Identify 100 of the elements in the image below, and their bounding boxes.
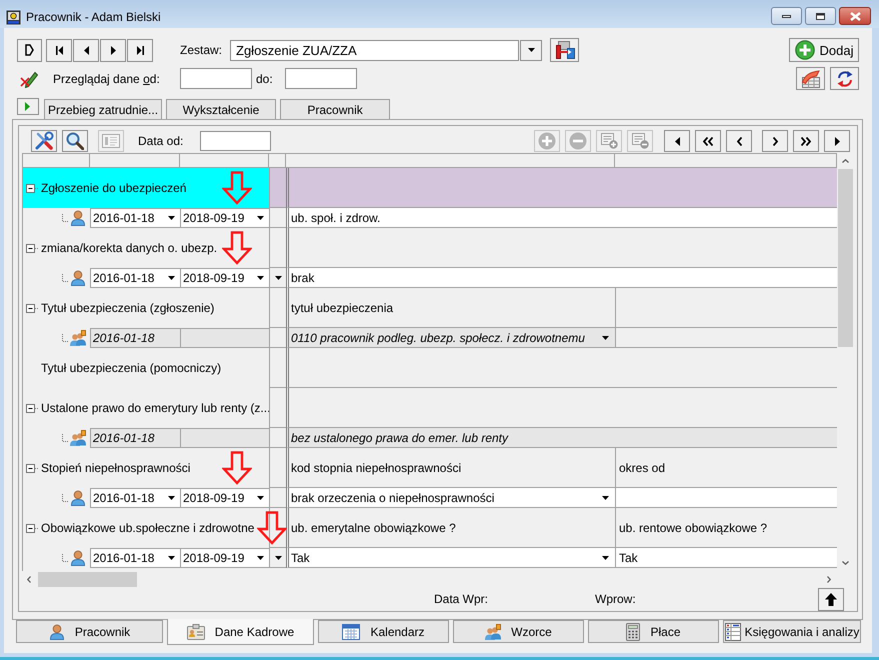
entry-row[interactable]: 2016-01-18 2018-09-19 ub. społ. i zdrow. <box>23 208 837 228</box>
first-button[interactable] <box>664 130 690 152</box>
tools-icon <box>34 131 54 151</box>
tab[interactable]: Wzorce <box>453 620 584 643</box>
caret-icon <box>528 48 535 52</box>
up-arrow-icon <box>825 592 837 606</box>
date-from-label: Data od: <box>138 134 184 148</box>
field-heading: okres od <box>619 460 666 474</box>
value-field[interactable]: Tak <box>615 548 837 568</box>
scroll-left-icon[interactable] <box>27 576 31 582</box>
tab[interactable]: Pracownik <box>280 99 390 119</box>
collapse-icon[interactable] <box>26 524 39 532</box>
caret-icon <box>257 496 264 500</box>
double-chevron-left-icon <box>703 136 713 146</box>
dropdown-button[interactable] <box>520 40 542 60</box>
close-button[interactable] <box>839 7 871 25</box>
date-from-field[interactable] <box>180 68 252 89</box>
scrollbar-thumb[interactable] <box>838 169 852 347</box>
tab[interactable]: Księgowania i analizy <box>723 620 861 643</box>
entry-row[interactable]: 2016-01-18 0110 pracownik podleg. ubezp. społecz. i zdrowotnemu <box>23 328 837 348</box>
value-dropdown[interactable]: brak orzeczenia o niepełnosprawności <box>286 488 615 508</box>
date-dropdown[interactable]: 2016-01-18 <box>90 548 180 568</box>
people-icon <box>485 624 502 640</box>
tab[interactable]: Dane Kadrowe <box>167 619 314 645</box>
entry-row[interactable]: 2016-01-18 2018-09-19 brak orzeczenia o niepełnosprawności <box>23 488 837 508</box>
date-dropdown[interactable]: 2018-09-19 <box>180 488 269 508</box>
collapse-icon[interactable] <box>26 304 39 312</box>
scroll-right-icon[interactable] <box>827 576 831 582</box>
transfer-icon <box>554 41 575 59</box>
collapse-icon[interactable] <box>26 464 39 472</box>
tab[interactable]: Pracownik <box>16 620 163 643</box>
pencil-cross-icon[interactable] <box>20 70 38 88</box>
collapse-icon[interactable] <box>26 404 39 412</box>
minimize-button[interactable] <box>771 7 802 25</box>
first-record-button[interactable] <box>46 38 72 62</box>
date-dropdown[interactable]: 2016-01-18 <box>90 208 180 228</box>
collapse-icon[interactable] <box>26 184 39 192</box>
date-dropdown[interactable]: 2016-01-18 <box>90 488 180 508</box>
tab[interactable]: Wykształcenie <box>166 99 276 119</box>
left-triangle-icon <box>84 46 88 54</box>
play-icon <box>25 102 31 111</box>
date-to-field[interactable] <box>285 68 357 89</box>
entry-row[interactable]: 2016-01-18 bez ustalonego prawa do emer. lub renty <box>23 428 837 448</box>
group-label: zmiana/korekta danych o. ubezp. <box>41 241 218 255</box>
tab[interactable]: Płace <box>588 620 719 643</box>
value-dropdown[interactable]: Tak <box>286 548 615 568</box>
refresh-button[interactable] <box>830 67 859 90</box>
value-field[interactable]: brak <box>286 268 837 288</box>
outline-arrow-button[interactable] <box>17 38 42 62</box>
date-dropdown[interactable]: 2018-09-19 <box>180 208 269 228</box>
last-record-button[interactable] <box>127 38 153 62</box>
entry-date-label: Data Wpr: <box>434 592 488 606</box>
field-heading: tytuł ubezpieczenia <box>291 300 394 314</box>
play-button[interactable] <box>17 98 39 115</box>
date-cell: 2016-01-18 <box>90 328 180 348</box>
previous-button[interactable] <box>726 130 752 152</box>
person-icon <box>70 210 86 226</box>
input-field[interactable] <box>615 488 837 508</box>
set-field[interactable]: Zgłoszenie ZUA/ZZA <box>230 40 520 60</box>
rewind-button[interactable] <box>695 130 721 152</box>
search-button[interactable] <box>62 130 88 152</box>
date-dropdown[interactable]: 2016-01-18 <box>90 268 180 288</box>
field-heading: kod stopnia niepełnosprawności <box>291 460 462 474</box>
chevron-right-icon <box>772 136 778 146</box>
tab[interactable]: Przebieg zatrudnie... <box>44 99 162 119</box>
chevron-left-icon <box>736 136 742 146</box>
caret-icon[interactable] <box>274 276 282 280</box>
scroll-up-icon[interactable] <box>842 159 848 163</box>
move-up-button[interactable] <box>818 588 844 610</box>
date-range-label: Przeglądaj dane od: <box>53 72 160 86</box>
tab[interactable]: Kalendarz <box>318 620 449 643</box>
fast-forward-button[interactable] <box>793 130 819 152</box>
entry-row[interactable]: 2016-01-18 2018-09-19 Tak Tak <box>23 548 837 568</box>
minimize-icon <box>782 14 791 18</box>
tools-button[interactable] <box>31 130 57 152</box>
last-button[interactable] <box>824 130 850 152</box>
caret-icon <box>257 556 264 560</box>
caret-icon[interactable] <box>274 556 282 560</box>
maximize-button[interactable] <box>805 7 836 25</box>
next-button[interactable] <box>762 130 788 152</box>
transfer-button[interactable] <box>550 38 580 62</box>
person-icon <box>70 270 86 286</box>
id-card-icon <box>186 624 205 640</box>
next-record-button[interactable] <box>100 38 126 62</box>
table-arrow-button[interactable] <box>796 67 825 90</box>
value-field[interactable]: ub. społ. i zdrow. <box>286 208 837 228</box>
collapse-icon[interactable] <box>26 244 39 252</box>
entry-row[interactable]: 2016-01-18 2018-09-19 brak <box>23 268 837 288</box>
group-label: Zgłoszenie do ubezpieczeń <box>41 181 186 195</box>
scroll-down-icon[interactable] <box>842 561 848 565</box>
date-dropdown[interactable]: 2018-09-19 <box>180 548 269 568</box>
previous-record-button[interactable] <box>73 38 99 62</box>
scrollbar-thumb[interactable] <box>38 572 137 586</box>
card-icon <box>102 134 120 148</box>
tree-connector-icon <box>62 554 69 562</box>
date-dropdown[interactable]: 2018-09-19 <box>180 268 269 288</box>
left-triangle-icon <box>674 136 680 146</box>
add-button[interactable]: Dodaj <box>789 38 859 62</box>
plus-icon <box>794 40 815 60</box>
date-from-field[interactable] <box>200 131 272 151</box>
